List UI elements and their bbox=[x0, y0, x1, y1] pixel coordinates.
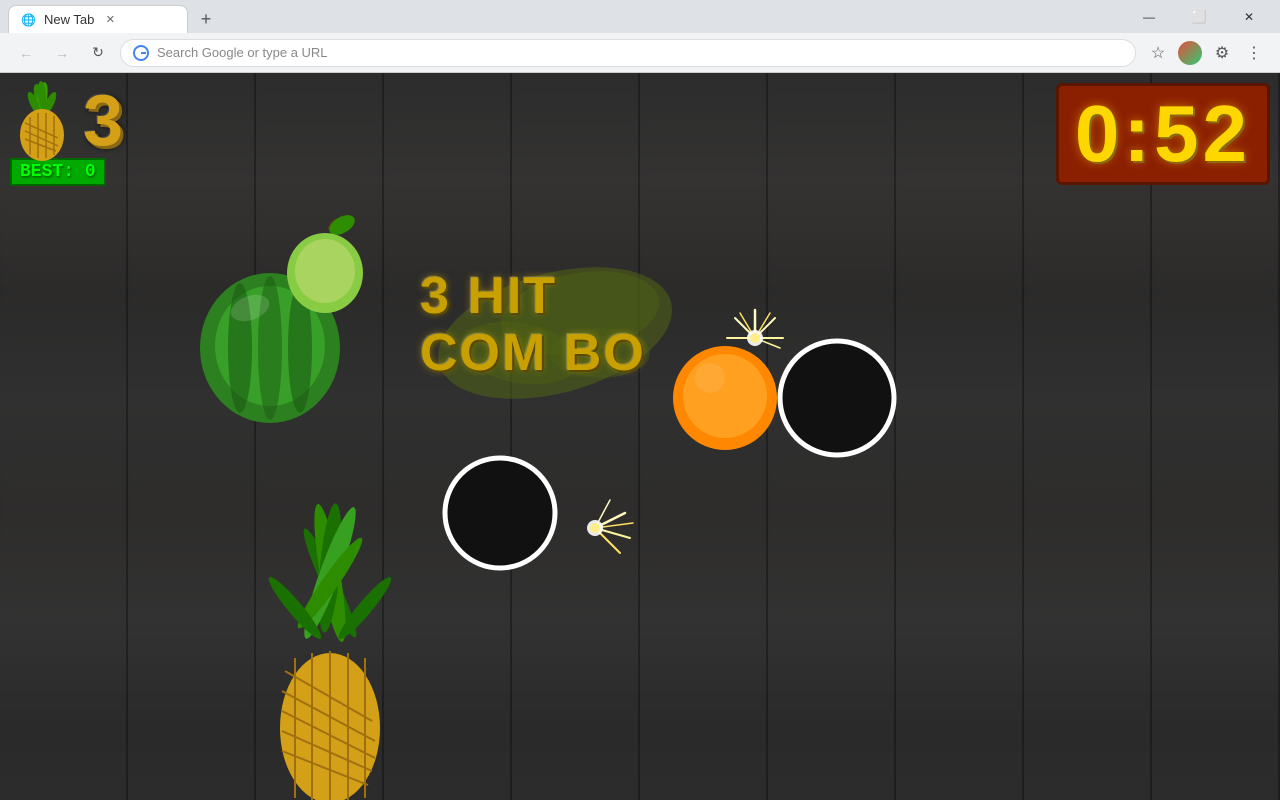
timer-text: 0:52 bbox=[1075, 94, 1251, 174]
tab-title: New Tab bbox=[44, 12, 94, 27]
title-bar: 🌐 New Tab ✕ + — ⬜ ✕ bbox=[0, 0, 1280, 33]
score-number: 3 bbox=[83, 85, 123, 157]
best-label: BEST: bbox=[20, 162, 74, 182]
plank-8 bbox=[896, 73, 1024, 800]
avatar-button[interactable] bbox=[1176, 39, 1204, 67]
combo-line1: 3 HIT bbox=[420, 268, 646, 325]
tab-area: 🌐 New Tab ✕ + bbox=[8, 0, 220, 33]
combo-display: 3 HIT COM BO bbox=[420, 268, 646, 382]
new-tab-button[interactable]: + bbox=[192, 5, 220, 33]
pineapple-fruit bbox=[260, 523, 400, 800]
minimize-button[interactable]: — bbox=[1126, 0, 1172, 33]
bomb-right bbox=[775, 333, 900, 468]
address-bar: ← → ↻ Search Google or type a URL ☆ ⚙ ⋮ bbox=[0, 33, 1280, 73]
bookmark-button[interactable]: ☆ bbox=[1144, 39, 1172, 67]
maximize-button[interactable]: ⬜ bbox=[1176, 0, 1222, 33]
active-tab[interactable]: 🌐 New Tab ✕ bbox=[8, 5, 188, 33]
spark-effect-2 bbox=[565, 493, 645, 568]
combo-line2: COM BO bbox=[420, 325, 646, 382]
lime-piece bbox=[280, 213, 370, 318]
window-controls: — ⬜ ✕ bbox=[1126, 0, 1272, 33]
plank-2 bbox=[128, 73, 256, 800]
user-avatar bbox=[1178, 41, 1202, 65]
best-score-display: BEST: 0 bbox=[10, 158, 106, 186]
back-button[interactable]: ← bbox=[12, 39, 40, 67]
url-text: Search Google or type a URL bbox=[157, 45, 328, 60]
tab-favicon: 🌐 bbox=[21, 13, 36, 27]
tab-close-button[interactable]: ✕ bbox=[102, 12, 118, 28]
forward-button[interactable]: → bbox=[48, 39, 76, 67]
score-display: 3 bbox=[10, 83, 123, 158]
spark-effect-1 bbox=[720, 303, 790, 378]
best-value: 0 bbox=[85, 162, 96, 182]
reload-button[interactable]: ↻ bbox=[84, 39, 112, 67]
google-icon bbox=[133, 45, 149, 61]
score-pineapple-icon bbox=[10, 83, 75, 158]
url-input-container[interactable]: Search Google or type a URL bbox=[120, 39, 1136, 67]
close-button[interactable]: ✕ bbox=[1226, 0, 1272, 33]
extensions-button[interactable]: ⚙ bbox=[1208, 39, 1236, 67]
game-area[interactable]: 3 BEST: 0 0:52 3 HIT COM BO bbox=[0, 73, 1280, 800]
menu-button[interactable]: ⋮ bbox=[1240, 39, 1268, 67]
browser-chrome: 🌐 New Tab ✕ + — ⬜ ✕ ← → ↻ Search Google … bbox=[0, 0, 1280, 73]
bomb-left bbox=[440, 453, 560, 578]
timer-display: 0:52 bbox=[1056, 83, 1270, 185]
toolbar-icons: ☆ ⚙ ⋮ bbox=[1144, 39, 1268, 67]
